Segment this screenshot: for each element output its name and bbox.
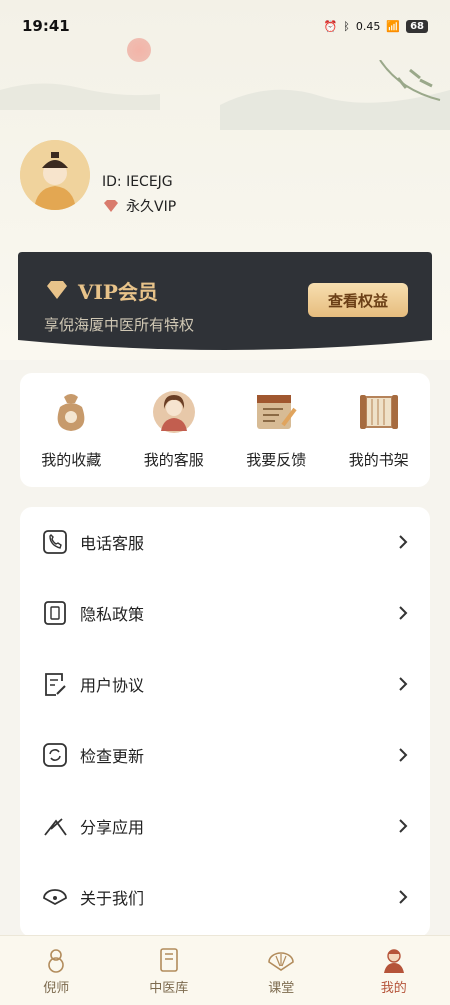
status-icons: ⏰ ᛒ 0.45 📶 68 bbox=[323, 19, 428, 33]
alarm-icon: ⏰ bbox=[323, 19, 338, 33]
battery-icon: 68 bbox=[406, 19, 428, 33]
update-icon bbox=[43, 743, 67, 767]
chevron-right-icon bbox=[399, 890, 408, 904]
phone-icon bbox=[43, 530, 67, 554]
vip-status: 永久VIP bbox=[126, 199, 177, 215]
net-speed: 0.45 bbox=[355, 19, 381, 33]
menu-about-us[interactable]: 关于我们 bbox=[20, 862, 430, 932]
quick-service[interactable]: 我的客服 bbox=[123, 373, 226, 487]
quick-collection[interactable]: 我的收藏 bbox=[20, 373, 123, 487]
mountain-decoration bbox=[0, 60, 450, 130]
fan-icon bbox=[268, 952, 295, 971]
tab-classroom-label: 课堂 bbox=[268, 981, 295, 996]
chevron-right-icon bbox=[399, 606, 408, 620]
chevron-right-icon bbox=[399, 819, 408, 833]
quick-bookshelf-label: 我的书架 bbox=[348, 451, 409, 469]
bookshelf-icon bbox=[359, 395, 398, 429]
privacy-icon bbox=[44, 601, 66, 625]
user-id: ID: IECEJG bbox=[102, 174, 173, 190]
status-time: 19:41 bbox=[22, 17, 70, 35]
vip-subtitle: 享倪海厦中医所有特权 bbox=[44, 316, 195, 334]
tab-classroom[interactable]: 课堂 bbox=[225, 936, 338, 1005]
menu-check-update-label: 检查更新 bbox=[80, 747, 145, 766]
menu-phone-service[interactable]: 电话客服 bbox=[20, 507, 430, 577]
agreement-icon bbox=[45, 673, 66, 696]
diamond-icon bbox=[104, 200, 118, 212]
gourd-icon bbox=[48, 949, 65, 973]
chevron-right-icon bbox=[399, 748, 408, 762]
menu-phone-service-label: 电话客服 bbox=[80, 534, 145, 553]
menu-user-agreement-label: 用户协议 bbox=[80, 676, 145, 695]
chevron-right-icon bbox=[399, 535, 408, 549]
avatar[interactable] bbox=[20, 140, 90, 210]
menu-share-app-label: 分享应用 bbox=[80, 818, 145, 837]
quick-actions: 我的收藏 我的客服 我要反馈 我的书架 bbox=[20, 373, 430, 487]
menu-share-app[interactable]: 分享应用 bbox=[20, 791, 430, 861]
wifi-icon: 📶 bbox=[386, 19, 401, 33]
vip-badge: 永久VIP bbox=[102, 196, 176, 216]
customer-service-icon bbox=[152, 391, 195, 433]
bluetooth-icon: ᛒ bbox=[343, 19, 350, 33]
menu-privacy-policy-label: 隐私政策 bbox=[80, 605, 145, 624]
collection-bag-icon bbox=[57, 394, 85, 431]
menu-check-update[interactable]: 检查更新 bbox=[20, 720, 430, 790]
book-icon bbox=[159, 948, 178, 972]
quick-service-label: 我的客服 bbox=[143, 451, 204, 469]
quick-bookshelf[interactable]: 我的书架 bbox=[328, 373, 431, 487]
quick-feedback-label: 我要反馈 bbox=[246, 451, 307, 469]
settings-menu: 电话客服 隐私政策 用户协议 检查更新 分享应用 关于我们 bbox=[20, 507, 430, 937]
tab-nishi-label: 倪师 bbox=[43, 981, 70, 996]
about-icon bbox=[43, 889, 67, 906]
vip-diamond-icon bbox=[47, 281, 67, 299]
quick-collection-label: 我的收藏 bbox=[41, 451, 102, 469]
tab-tcm-library-label: 中医库 bbox=[149, 981, 189, 996]
tab-nishi[interactable]: 倪师 bbox=[0, 936, 113, 1005]
menu-about-us-label: 关于我们 bbox=[80, 889, 145, 908]
tab-mine[interactable]: 我的 bbox=[338, 936, 450, 1005]
share-icon bbox=[44, 818, 67, 836]
profile-icon bbox=[383, 949, 404, 973]
tab-tcm-library[interactable]: 中医库 bbox=[113, 936, 226, 1005]
view-benefits-button[interactable]: 查看权益 bbox=[308, 283, 408, 317]
menu-privacy-policy[interactable]: 隐私政策 bbox=[20, 578, 430, 648]
bottom-tab-bar: 倪师 中医库 课堂 我的 bbox=[0, 935, 450, 1005]
vip-title: VIP会员 bbox=[78, 280, 158, 304]
menu-user-agreement[interactable]: 用户协议 bbox=[20, 649, 430, 719]
quick-feedback[interactable]: 我要反馈 bbox=[225, 373, 328, 487]
feedback-icon bbox=[257, 395, 297, 429]
status-bar: 19:41 ⏰ ᛒ 0.45 📶 68 bbox=[0, 0, 450, 52]
tab-mine-label: 我的 bbox=[380, 981, 407, 996]
chevron-right-icon bbox=[399, 677, 408, 691]
